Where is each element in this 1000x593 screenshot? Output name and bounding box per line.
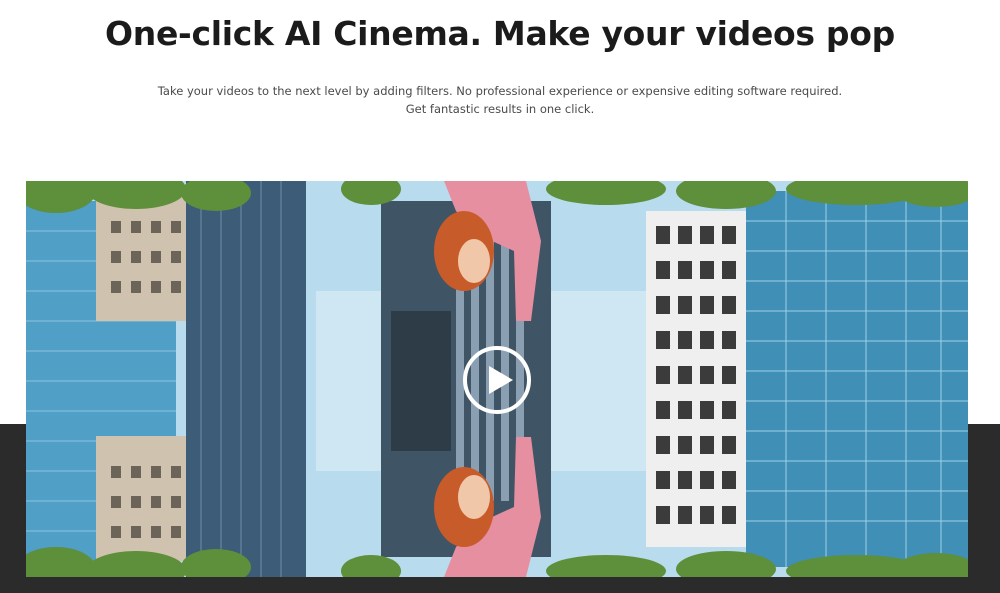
subtitle-line-1: Take your videos to the next level by ad… xyxy=(157,84,843,98)
subtitle-line-2: Get fantastic results in one click. xyxy=(405,102,595,116)
page: One-click AI Cinema. Make your videos po… xyxy=(0,0,1000,593)
page-title: One-click AI Cinema. Make your videos po… xyxy=(105,14,895,53)
play-button[interactable] xyxy=(461,344,533,416)
play-icon xyxy=(463,346,531,414)
